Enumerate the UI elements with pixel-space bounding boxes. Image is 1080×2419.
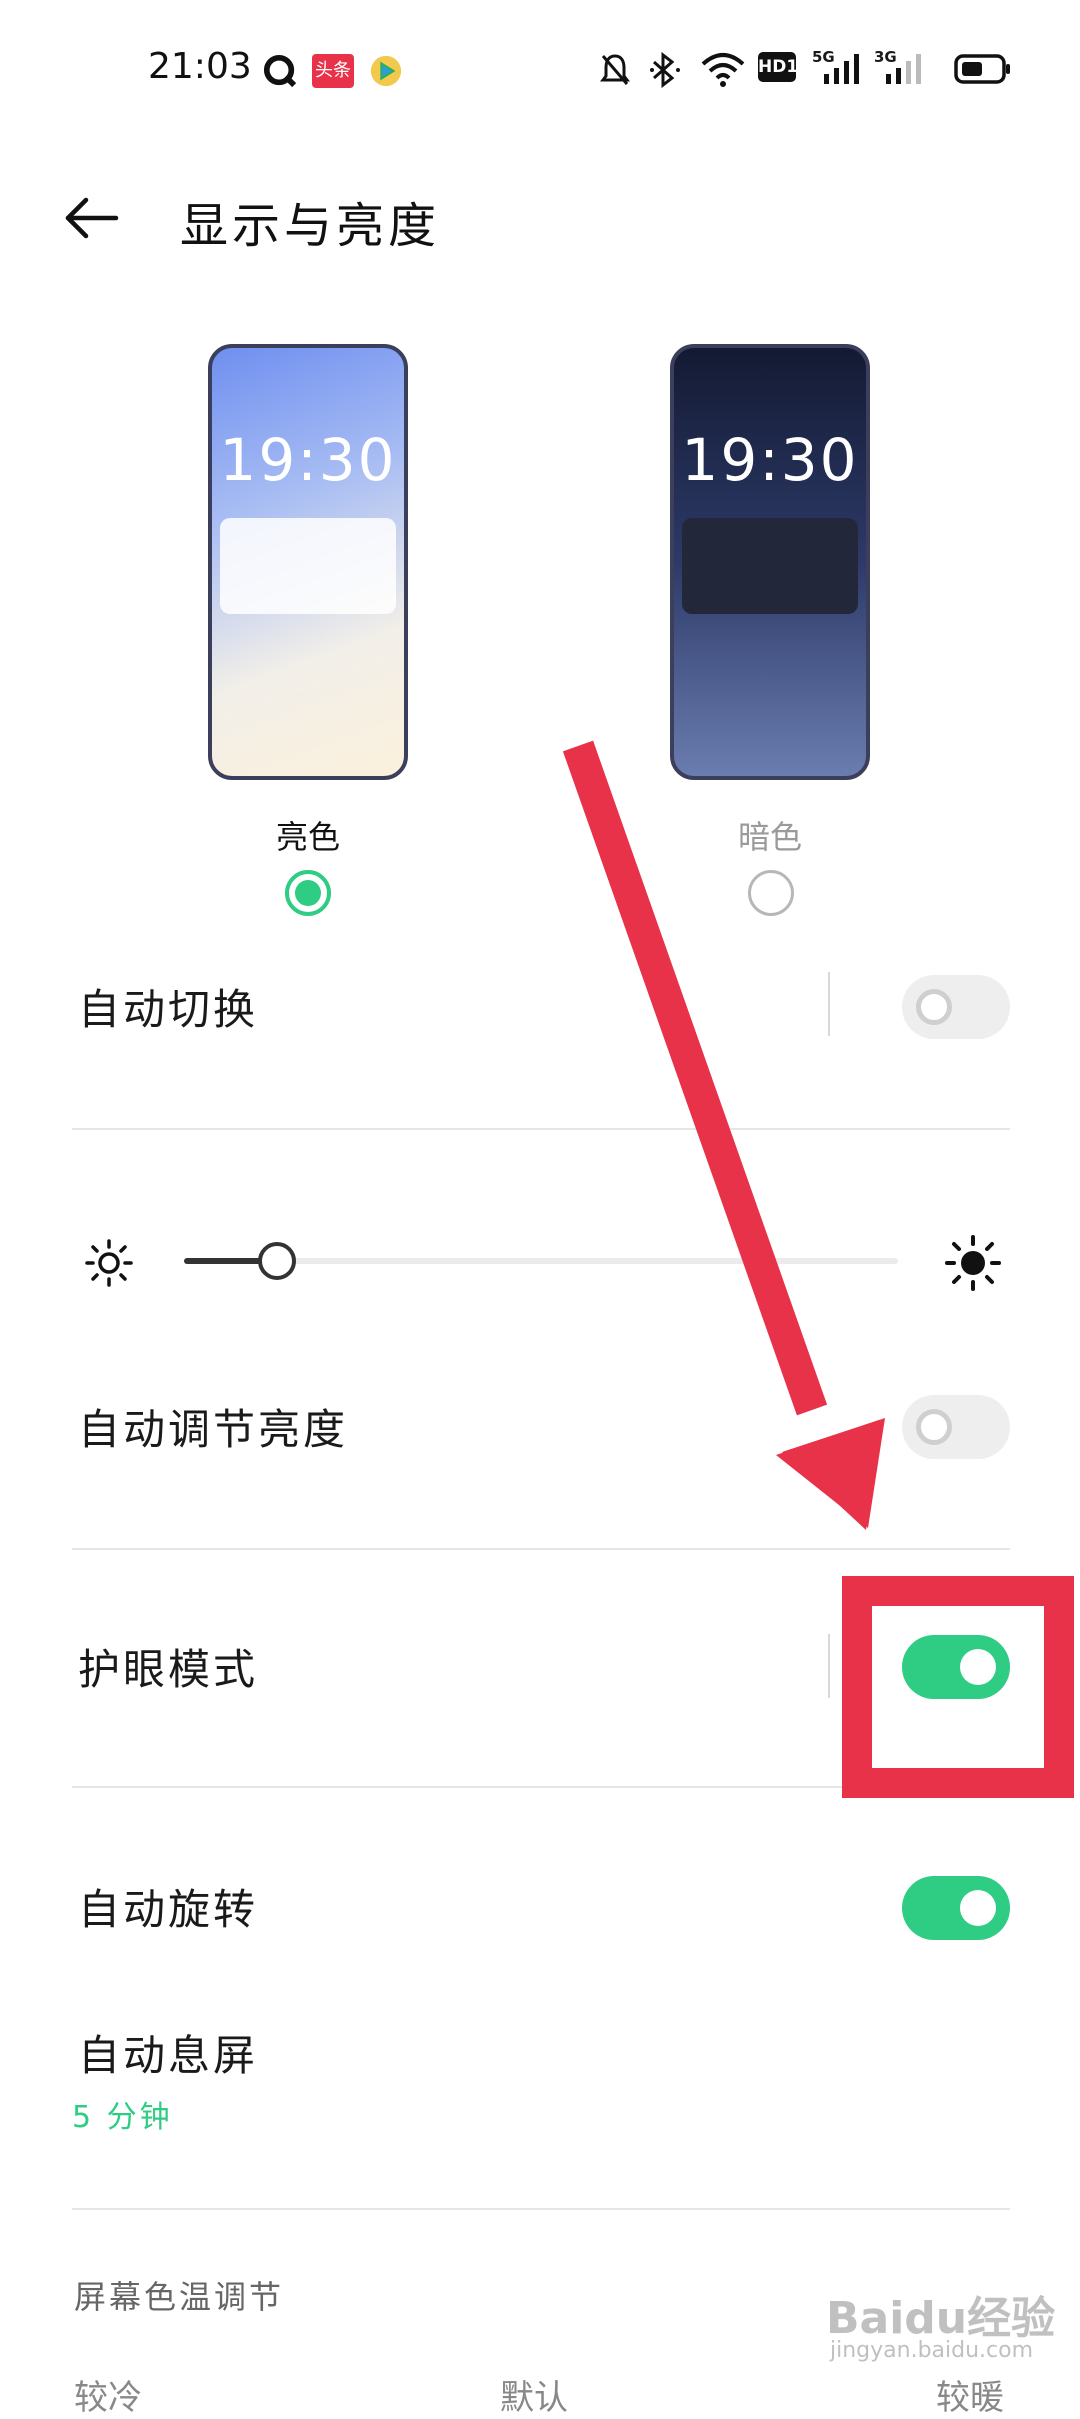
mute-icon [600, 54, 630, 85]
page-title: 显示与亮度 [180, 198, 441, 254]
wifi-icon [701, 53, 745, 87]
toutiao-icon: 头条 [312, 54, 354, 88]
color-temperature-section-label: 屏幕色温调节 [74, 2278, 285, 2316]
color-temp-cool-label: 较冷 [74, 2378, 142, 2418]
dark-theme-radio[interactable] [748, 870, 794, 916]
q-app-icon [263, 54, 297, 88]
light-theme-label: 亮色 [275, 818, 340, 856]
dark-theme-label: 暗色 [737, 818, 802, 856]
signal-3g-icon: 3G [874, 48, 924, 88]
auto-rotate-label: 自动旋转 [78, 1885, 259, 1934]
toggle-knob [960, 1890, 996, 1926]
brightness-high-icon [945, 1235, 1001, 1291]
preview-time: 19:30 [681, 426, 859, 494]
bluetooth-icon [650, 52, 680, 88]
row-separator [828, 972, 830, 1036]
row-separator [828, 1634, 830, 1698]
watermark-url: jingyan.baidu.com [830, 2338, 1034, 2363]
auto-screen-off-label[interactable]: 自动息屏 [78, 2022, 258, 2083]
auto-brightness-label: 自动调节亮度 [78, 1405, 349, 1454]
auto-screen-off-value: 5 分钟 [72, 2100, 173, 2135]
toggle-knob [916, 1409, 952, 1445]
divider [72, 1128, 1010, 1130]
toggle-knob [916, 989, 952, 1025]
auto-switch-toggle[interactable] [902, 975, 1010, 1039]
signal-5g-icon: 5G [812, 48, 862, 88]
divider [72, 1548, 1010, 1550]
status-time: 21:03 [148, 46, 252, 87]
dark-theme-preview[interactable]: 19:30 [670, 344, 870, 780]
preview-card [220, 518, 396, 614]
divider [72, 2208, 1010, 2210]
battery-icon [954, 54, 1010, 84]
preview-time: 19:30 [219, 426, 397, 494]
auto-switch-label: 自动切换 [78, 985, 259, 1034]
light-theme-radio[interactable] [285, 870, 331, 916]
annotation-highlight-box [842, 1576, 1074, 1798]
arrow-left-icon[interactable] [62, 188, 122, 248]
brightness-slider-thumb[interactable] [257, 1242, 296, 1280]
preview-card [682, 518, 858, 614]
color-temp-default-label: 默认 [500, 2378, 568, 2418]
eye-protection-label: 护眼模式 [78, 1645, 259, 1694]
auto-rotate-toggle[interactable] [902, 1876, 1010, 1940]
hd-icon: HD1 [758, 52, 798, 82]
watermark: Baidu经验 [826, 2293, 1056, 2344]
brightness-low-icon [85, 1239, 133, 1287]
video-app-icon [370, 55, 402, 87]
light-theme-preview[interactable]: 19:30 [208, 344, 408, 780]
color-temp-warm-label: 较暖 [936, 2378, 1004, 2418]
auto-brightness-toggle[interactable] [902, 1395, 1010, 1459]
